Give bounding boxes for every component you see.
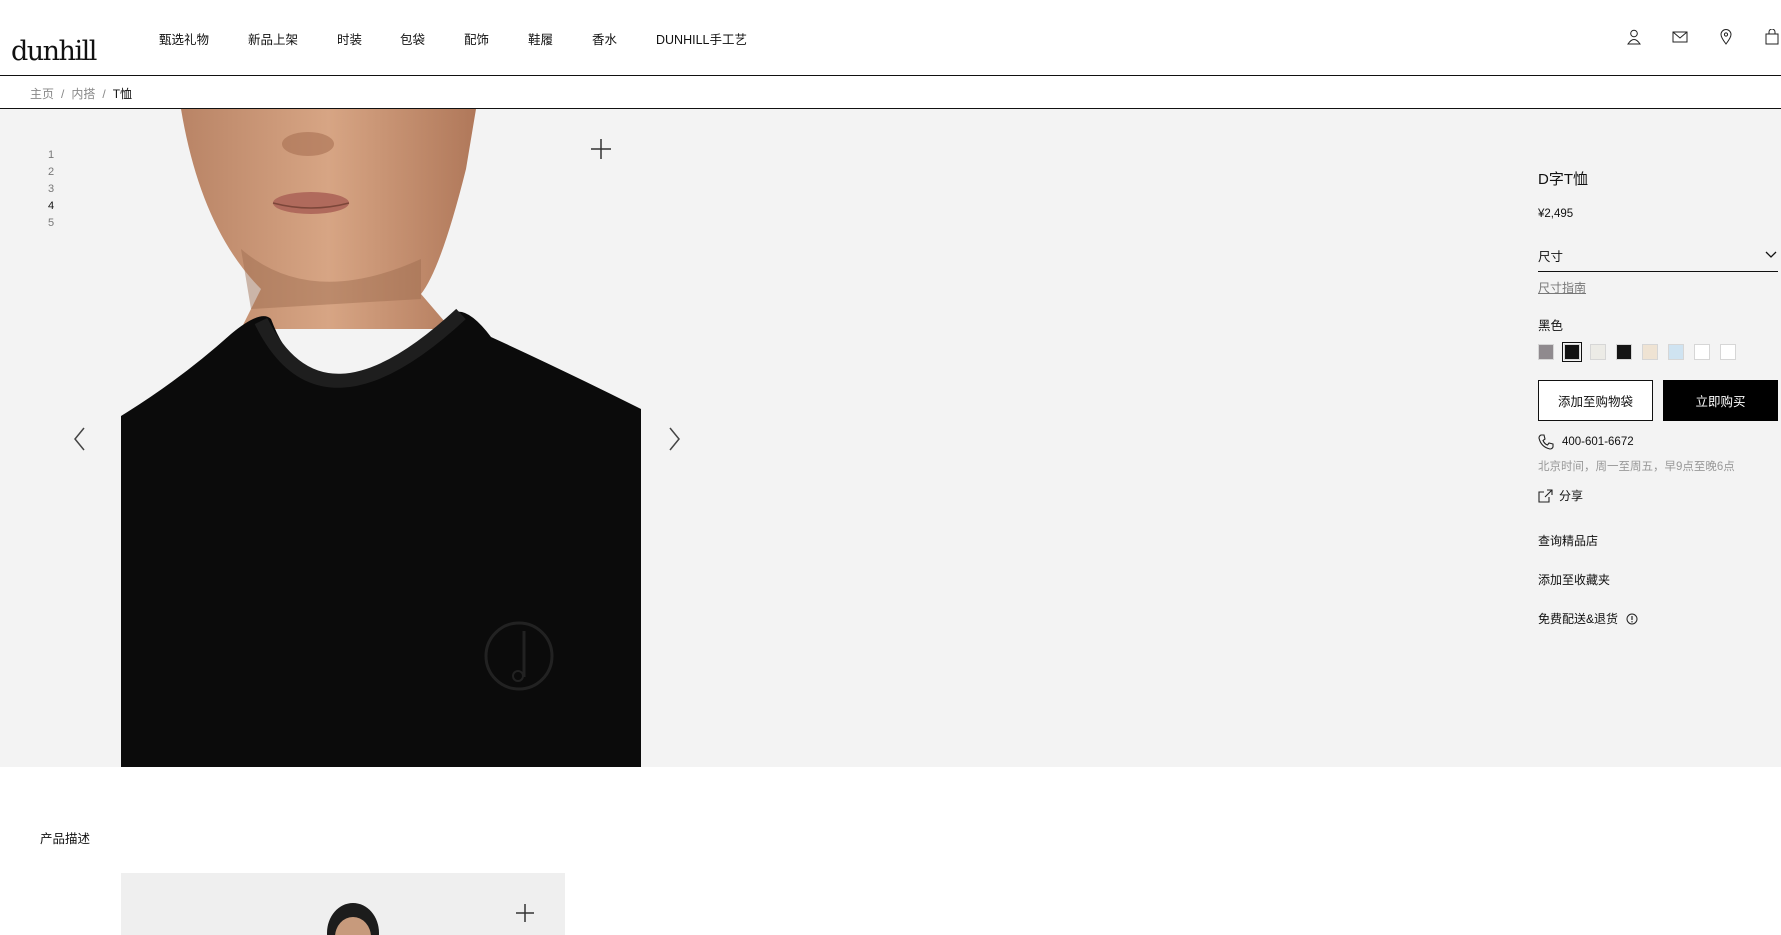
color-swatch[interactable] (1720, 344, 1736, 360)
breadcrumb-separator: / (102, 86, 106, 101)
shipping-link[interactable]: 免费配送&退货 (1538, 610, 1781, 627)
phone-number: 400-601-6672 (1562, 436, 1634, 448)
service-hours: 北京时间，周一至周五，早9点至晚6点 (1538, 461, 1735, 473)
color-swatch[interactable] (1538, 344, 1554, 360)
nav-item-craftsmanship[interactable]: DUNHILL手工艺 (656, 29, 747, 48)
bag-icon[interactable] (1763, 28, 1781, 46)
gallery-page-2[interactable]: 2 (48, 164, 54, 181)
description-image[interactable] (121, 873, 565, 935)
product-title: D字T恤 (1538, 171, 1588, 188)
site-header: dunhill 甄选礼物 新品上架 时装 包袋 配饰 鞋履 香水 DUNHILL… (0, 0, 1781, 76)
size-guide-link[interactable]: 尺寸指南 (1538, 279, 1586, 296)
color-swatch[interactable] (1616, 344, 1632, 360)
size-select-label: 尺寸 (1538, 250, 1564, 264)
add-wishlist-link[interactable]: 添加至收藏夹 (1538, 571, 1781, 588)
mail-icon[interactable] (1671, 28, 1689, 46)
breadcrumb: 主页 / 内搭 / T恤 (30, 85, 132, 102)
zoom-plus-icon[interactable] (515, 903, 535, 923)
chevron-left-icon[interactable] (70, 425, 90, 453)
info-icon[interactable] (1626, 613, 1638, 625)
location-icon[interactable] (1717, 28, 1735, 46)
chevron-down-icon (1765, 251, 1777, 258)
product-image[interactable] (121, 109, 641, 767)
share-button[interactable]: 分享 (1538, 487, 1781, 504)
gallery-pager: 1 2 3 4 5 (48, 147, 54, 232)
chevron-right-icon[interactable] (664, 425, 684, 453)
color-swatch[interactable] (1668, 344, 1684, 360)
nav-item-new-arrivals[interactable]: 新品上架 (248, 29, 298, 48)
nav-item-clothing[interactable]: 时装 (337, 29, 362, 48)
breadcrumb-category[interactable]: 内搭 (71, 85, 95, 102)
brand-logo[interactable]: dunhill (11, 13, 97, 65)
gallery-page-5[interactable]: 5 (48, 215, 54, 232)
buy-now-button[interactable]: 立即购买 (1663, 380, 1778, 421)
product-price: ¥2,495 (1538, 208, 1574, 220)
purchase-buttons: 添加至购物袋 立即购买 (1538, 380, 1781, 421)
nav-item-shoes[interactable]: 鞋履 (528, 29, 553, 48)
share-label: 分享 (1559, 489, 1584, 503)
add-to-bag-button[interactable]: 添加至购物袋 (1538, 380, 1653, 421)
find-store-link[interactable]: 查询精品店 (1538, 532, 1781, 549)
nav-item-bags[interactable]: 包袋 (400, 29, 425, 48)
product-gallery: 1 2 3 4 5 (0, 109, 1781, 767)
nav-item-fragrance[interactable]: 香水 (592, 29, 617, 48)
color-swatch[interactable] (1562, 342, 1582, 362)
color-label: 黑色 (1538, 319, 1564, 333)
phone-row[interactable]: 400-601-6672 (1538, 434, 1781, 450)
color-swatch[interactable] (1590, 344, 1606, 360)
color-swatches (1538, 342, 1781, 362)
color-swatch[interactable] (1694, 344, 1710, 360)
account-icon[interactable] (1625, 28, 1643, 46)
header-icons (1597, 28, 1781, 46)
phone-icon (1538, 434, 1554, 450)
gallery-page-3[interactable]: 3 (48, 181, 54, 198)
gallery-page-4[interactable]: 4 (48, 198, 54, 215)
product-panel: D字T恤 ¥2,495 尺寸 尺寸指南 黑色 添加至购物袋 立即购买 400-6… (1538, 168, 1781, 627)
size-select[interactable]: 尺寸 (1538, 246, 1778, 272)
share-icon (1538, 488, 1553, 503)
description-title: 产品描述 (40, 832, 91, 846)
nav-item-accessories[interactable]: 配饰 (464, 29, 489, 48)
zoom-plus-icon[interactable] (590, 138, 612, 160)
breadcrumb-separator: / (61, 86, 65, 101)
nav-item-gifts[interactable]: 甄选礼物 (159, 29, 209, 48)
breadcrumb-home[interactable]: 主页 (30, 85, 54, 102)
breadcrumb-current: T恤 (112, 87, 133, 101)
gallery-page-1[interactable]: 1 (48, 147, 54, 164)
color-swatch[interactable] (1642, 344, 1658, 360)
